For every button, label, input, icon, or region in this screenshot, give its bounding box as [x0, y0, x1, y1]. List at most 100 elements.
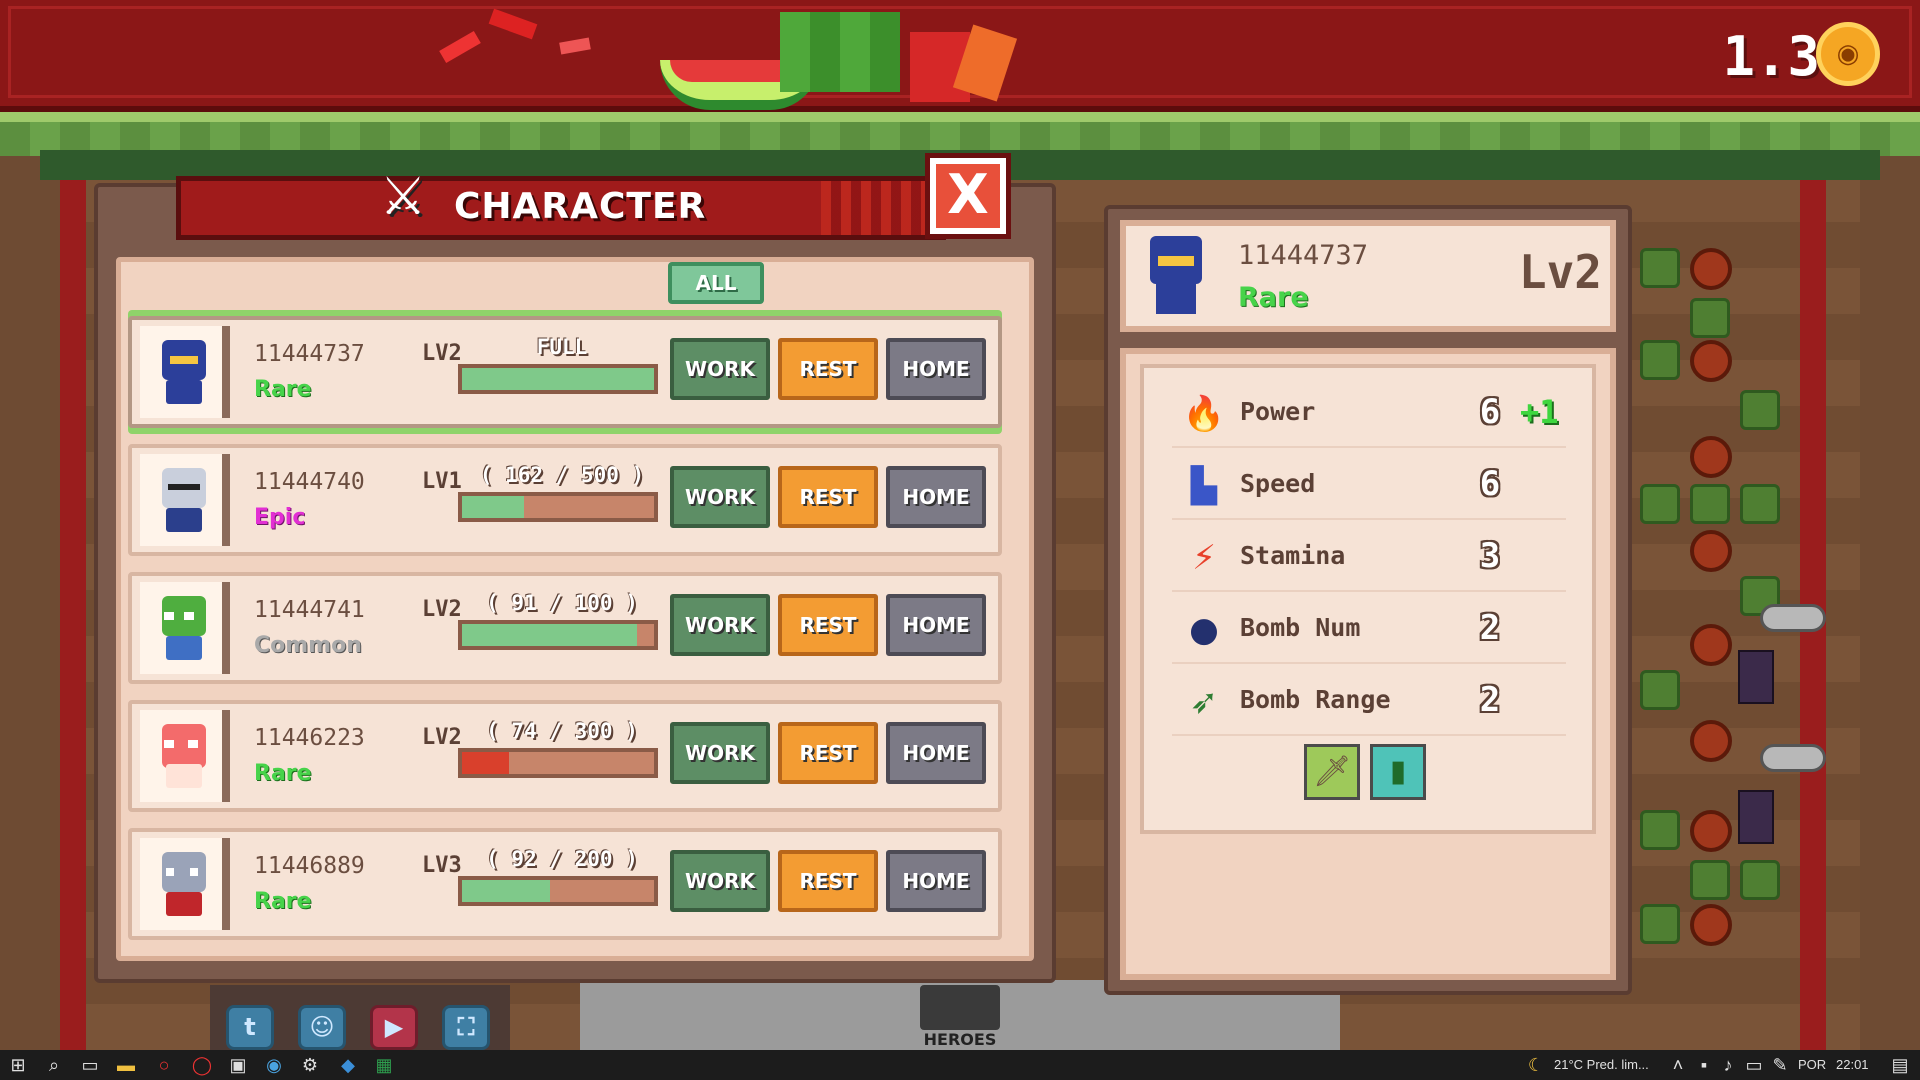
- pot-tile: [1690, 810, 1732, 852]
- bush-tile: [1690, 484, 1730, 524]
- stat-value: 3: [1479, 536, 1501, 576]
- stat-name: Stamina: [1240, 541, 1346, 570]
- stat-bonus: [1520, 606, 1570, 650]
- fire-icon: 🔥: [1182, 394, 1226, 434]
- knight-avatar-icon: [156, 468, 212, 532]
- stat-bonus: [1520, 678, 1570, 722]
- character-row[interactable]: 11446889 LV3 Rare ( 92 / 200 ) WORK REST…: [128, 828, 1002, 940]
- character-rarity: Epic: [254, 505, 306, 530]
- pot-tile: [1690, 436, 1732, 478]
- rest-button[interactable]: REST: [778, 338, 878, 400]
- stamina-label: ( 92 / 200 ): [486, 847, 638, 871]
- pot-tile: [1690, 530, 1732, 572]
- chrome-icon[interactable]: ◉: [262, 1053, 286, 1077]
- detail-character-rarity: Rare: [1238, 282, 1309, 313]
- stat-bonus: [1520, 462, 1570, 506]
- pink-frog-avatar-icon: [156, 724, 212, 788]
- twitter-button[interactable]: t: [226, 1005, 274, 1050]
- character-row[interactable]: 11444737 LV2 Rare FULL WORK REST HOME: [128, 316, 1002, 428]
- work-button[interactable]: WORK: [670, 850, 770, 912]
- file-explorer-icon[interactable]: ▬: [114, 1053, 138, 1077]
- pot-tile: [1690, 720, 1732, 762]
- character-id: 11444737: [254, 341, 365, 367]
- character-row[interactable]: 11444741 LV2 Common ( 91 / 100 ) WORK RE…: [128, 572, 1002, 684]
- bush-tile: [1740, 860, 1780, 900]
- bomb-icon: ●: [1189, 610, 1219, 650]
- bush-tile: [1740, 484, 1780, 524]
- rest-button[interactable]: REST: [778, 594, 878, 656]
- battery-icon[interactable]: ▭: [1742, 1053, 1766, 1077]
- microphone-icon[interactable]: ♪: [1716, 1053, 1740, 1077]
- bush-tile: [1640, 248, 1680, 288]
- stamina-fill: [462, 624, 637, 646]
- weather-moon-icon[interactable]: ☾: [1524, 1053, 1548, 1077]
- language-indicator[interactable]: POR: [1798, 1054, 1826, 1076]
- excel-icon[interactable]: ▦: [372, 1053, 396, 1077]
- character-avatar: [140, 838, 230, 930]
- fullscreen-button[interactable]: ⛶: [442, 1005, 490, 1050]
- ninja-avatar-icon: [1144, 236, 1208, 314]
- home-button[interactable]: HOME: [886, 850, 986, 912]
- pen-icon[interactable]: ✎: [1768, 1053, 1792, 1077]
- task-view-icon[interactable]: ▭: [78, 1053, 102, 1077]
- character-rarity: Common: [254, 633, 362, 658]
- work-button[interactable]: WORK: [670, 594, 770, 656]
- work-button[interactable]: WORK: [670, 338, 770, 400]
- home-button[interactable]: HOME: [886, 722, 986, 784]
- character-avatar: [140, 326, 230, 418]
- stat-row-bomb-num: ● Bomb Num 2: [1172, 594, 1566, 664]
- character-rarity: Rare: [254, 761, 312, 786]
- rest-button[interactable]: REST: [778, 466, 878, 528]
- coin-balance: 1.3: [1722, 25, 1820, 88]
- stamina-label: ( 162 / 500 ): [479, 463, 645, 487]
- settings-icon[interactable]: ⚙: [298, 1053, 322, 1077]
- weather-text[interactable]: 21°C Pred. lim...: [1554, 1054, 1649, 1076]
- character-level: LV2: [422, 725, 462, 750]
- work-button[interactable]: WORK: [670, 466, 770, 528]
- search-icon[interactable]: ⌕: [42, 1053, 66, 1077]
- network-icon[interactable]: ▪: [1692, 1053, 1716, 1077]
- character-id: 11446889: [254, 853, 365, 879]
- filter-all-button[interactable]: ALL: [668, 262, 764, 304]
- pot-tile: [1690, 624, 1732, 666]
- stat-value: 2: [1479, 608, 1501, 648]
- opera-browser-icon[interactable]: ○: [152, 1053, 176, 1077]
- character-id: 11444740: [254, 469, 365, 495]
- home-button[interactable]: HOME: [886, 338, 986, 400]
- stat-value: 2: [1479, 680, 1501, 720]
- character-avatar: [140, 710, 230, 802]
- character-row[interactable]: 11446223 LV2 Rare ( 74 / 300 ) WORK REST…: [128, 700, 1002, 812]
- stamina-label: ( 74 / 300 ): [486, 719, 638, 743]
- character-row[interactable]: 11444740 LV1 Epic ( 162 / 500 ) WORK RES…: [128, 444, 1002, 556]
- vscode-icon[interactable]: ◆: [336, 1053, 360, 1077]
- stat-bonus: +1: [1520, 393, 1559, 431]
- discord-button[interactable]: ☺: [298, 1005, 346, 1050]
- work-button[interactable]: WORK: [670, 722, 770, 784]
- rice-cake-decoration: [780, 12, 900, 92]
- stamina-bar: [458, 492, 658, 522]
- youtube-button[interactable]: ▶: [370, 1005, 418, 1050]
- rest-button[interactable]: REST: [778, 722, 878, 784]
- stamina-label: ( 91 / 100 ): [486, 591, 638, 615]
- windows-start-icon[interactable]: ⊞: [6, 1053, 30, 1077]
- heroes-label[interactable]: HEROES: [900, 1030, 1020, 1050]
- stat-row-power: 🔥 Power 6 +1: [1172, 378, 1566, 448]
- clock[interactable]: 22:01: [1836, 1054, 1869, 1076]
- terminal-icon[interactable]: ▣: [226, 1053, 250, 1077]
- sword-item-icon[interactable]: 🗡: [1304, 744, 1360, 800]
- character-id: 11444741: [254, 597, 365, 623]
- opera-gx-icon[interactable]: ◯: [190, 1053, 214, 1077]
- home-button[interactable]: HOME: [886, 594, 986, 656]
- rest-button[interactable]: REST: [778, 850, 878, 912]
- pot-tile: [1690, 340, 1732, 382]
- notifications-icon[interactable]: ▤: [1888, 1053, 1912, 1077]
- stamina-fill: [462, 496, 525, 518]
- home-button[interactable]: HOME: [886, 466, 986, 528]
- heroes-icon[interactable]: [920, 985, 1000, 1030]
- battery-item-icon[interactable]: ▮: [1370, 744, 1426, 800]
- ninja-avatar-icon: [156, 340, 212, 404]
- close-button[interactable]: X: [925, 153, 1011, 239]
- bush-tile: [1640, 670, 1680, 710]
- boot-icon: ▙: [1190, 466, 1218, 506]
- chevron-up-icon[interactable]: ˄: [1666, 1053, 1690, 1077]
